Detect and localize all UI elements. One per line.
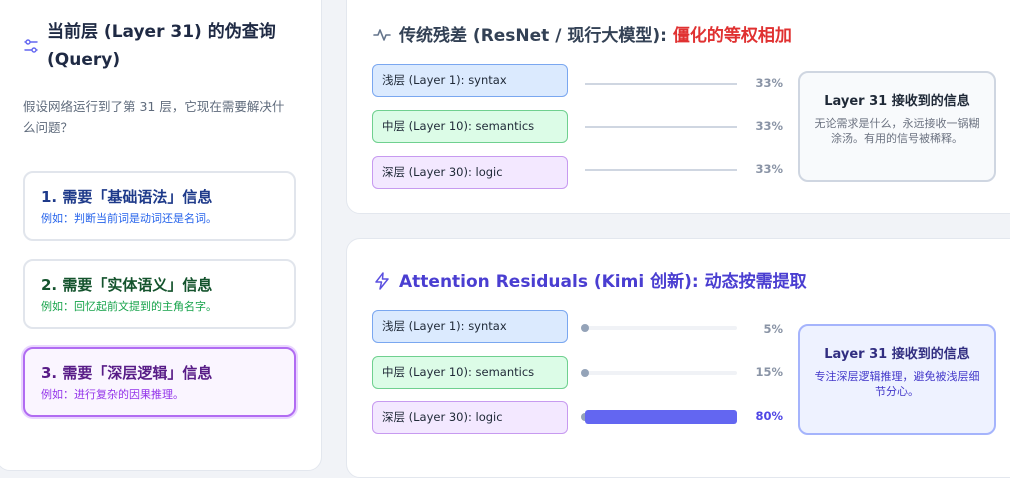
lightning-bolt-icon xyxy=(375,272,389,290)
layer-pill-shallow: 浅层 (Layer 1): syntax xyxy=(372,64,568,97)
weight-bar-fill xyxy=(585,410,737,424)
weight-percent: 33% xyxy=(755,162,783,176)
activity-pulse-icon xyxy=(373,29,391,41)
layer-pill-middle: 中层 (Layer 10): semantics xyxy=(372,110,568,143)
weight-bar xyxy=(581,410,737,424)
layer-pill-shallow: 浅层 (Layer 1): syntax xyxy=(372,310,568,343)
layer-pill-deep: 深层 (Layer 30): logic xyxy=(372,156,568,189)
attention-header: Attention Residuals (Kimi 创新): 动态按需提取 xyxy=(373,267,807,292)
receive-info-box: Layer 31 接收到的信息 无论需求是什么，永远接收一锅糊涂汤。有用的信号被… xyxy=(798,71,996,182)
traditional-residual-section: 传统残差 (ResNet / 现行大模型): 僵化的等权相加 浅层 (Layer… xyxy=(346,0,1010,214)
need-card-semantics[interactable]: 2. 需要「实体语义」信息 例如：回忆起前文提到的主角名字。 xyxy=(23,259,296,329)
flow-line xyxy=(585,169,737,171)
layer-pill-deep: 深层 (Layer 30): logic xyxy=(372,401,568,434)
need-example: 例如：判断当前词是动词还是名词。 xyxy=(41,212,217,225)
traditional-title-accent: 僵化的等权相加 xyxy=(672,26,792,46)
sliders-icon xyxy=(24,39,38,53)
need-title: 3. 需要「深层逻辑」信息 xyxy=(41,364,213,382)
receive-title: Layer 31 接收到的信息 xyxy=(824,94,970,109)
flow-line xyxy=(585,126,737,128)
layer-pill-middle: 中层 (Layer 10): semantics xyxy=(372,356,568,389)
weight-percent: 5% xyxy=(763,322,783,336)
receive-title: Layer 31 接收到的信息 xyxy=(824,347,970,362)
weight-percent: 80% xyxy=(755,409,783,423)
receive-description: 无论需求是什么，永远接收一锅糊涂汤。有用的信号被稀释。 xyxy=(814,117,980,145)
traditional-header: 传统残差 (ResNet / 现行大模型): 僵化的等权相加 xyxy=(373,21,792,46)
need-card-logic-selected[interactable]: 3. 需要「深层逻辑」信息 例如：进行复杂的因果推理。 xyxy=(23,347,296,417)
attention-title: Attention Residuals (Kimi 创新): 动态按需提取 xyxy=(399,272,807,292)
query-description: 假设网络运行到了第 31 层，它现在需要解决什么问题？ xyxy=(23,99,285,135)
weight-percent: 15% xyxy=(755,365,783,379)
receive-info-box: Layer 31 接收到的信息 专注深层逻辑推理，避免被浅层细节分心。 xyxy=(798,324,996,435)
traditional-title: 传统残差 (ResNet / 现行大模型): xyxy=(399,26,673,46)
flow-line xyxy=(585,83,737,85)
weight-bar xyxy=(581,369,737,377)
need-title: 1. 需要「基础语法」信息 xyxy=(41,188,213,206)
receive-description: 专注深层逻辑推理，避免被浅层细节分心。 xyxy=(814,370,980,398)
need-example: 例如：回忆起前文提到的主角名字。 xyxy=(41,300,217,313)
need-title: 2. 需要「实体语义」信息 xyxy=(41,276,213,294)
need-example: 例如：进行复杂的因果推理。 xyxy=(41,388,184,401)
weight-bar xyxy=(581,324,737,332)
weight-dot xyxy=(581,324,589,332)
weight-percent: 33% xyxy=(755,119,783,133)
weight-dot xyxy=(581,369,589,377)
attention-residual-section: Attention Residuals (Kimi 创新): 动态按需提取 浅层… xyxy=(346,238,1010,478)
weight-percent: 33% xyxy=(755,76,783,90)
need-card-syntax[interactable]: 1. 需要「基础语法」信息 例如：判断当前词是动词还是名词。 xyxy=(23,171,296,241)
query-title: 当前层 (Layer 31) 的伪查询 (Query) xyxy=(47,22,276,70)
